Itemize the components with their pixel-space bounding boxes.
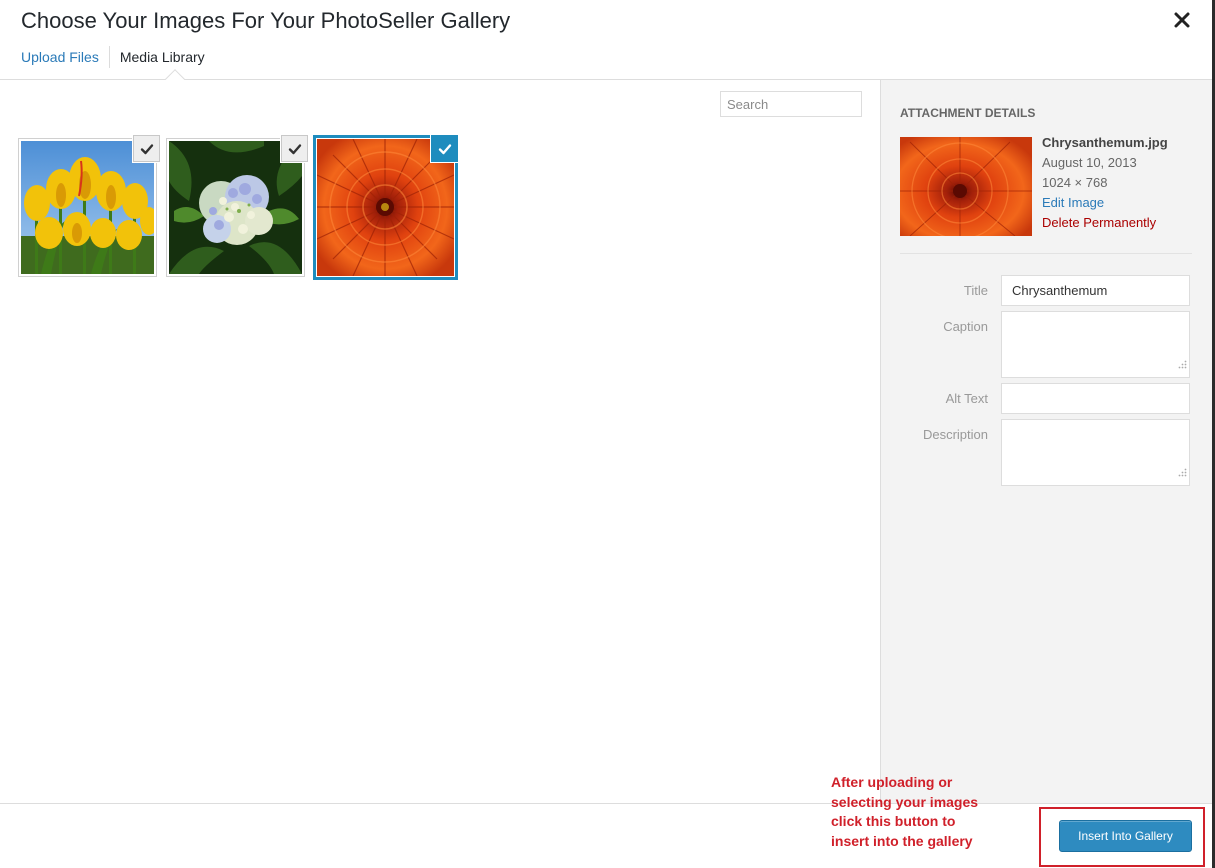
edit-image-link[interactable]: Edit Image [1042, 193, 1168, 213]
tab-upload-files[interactable]: Upload Files [11, 46, 109, 68]
close-icon [1174, 12, 1190, 28]
attachment-date: August 10, 2013 [1042, 155, 1137, 170]
caption-label: Caption [943, 319, 988, 334]
media-modal: Choose Your Images For Your PhotoSeller … [0, 0, 1215, 868]
check-toggle[interactable] [281, 135, 308, 162]
media-router: Upload Files Media Library [11, 46, 215, 68]
alt-text-field[interactable] [1001, 383, 1190, 414]
close-button[interactable] [1172, 10, 1192, 30]
description-field[interactable] [1001, 419, 1190, 486]
attachment-hydrangeas[interactable] [167, 135, 308, 276]
checkmark-icon [288, 143, 301, 154]
title-label: Title [963, 283, 988, 298]
checkmark-icon [140, 143, 153, 154]
check-toggle[interactable] [133, 135, 160, 162]
chrysanthemum-preview-image [900, 137, 1032, 236]
caption-field[interactable] [1001, 311, 1190, 378]
annotation-text: After uploading or selecting your images… [831, 774, 979, 849]
attachment-preview [900, 137, 1032, 236]
resize-grip-icon[interactable] [1177, 467, 1187, 477]
search-input[interactable] [720, 91, 862, 117]
attachment-tulips[interactable] [19, 135, 160, 276]
checkmark-icon [438, 143, 451, 154]
attachment-details-heading: Attachment Details [900, 106, 1036, 120]
resize-grip-icon[interactable] [1177, 359, 1187, 369]
attachment-info: Chrysanthemum.jpg August 10, 2013 1024 ×… [1042, 133, 1168, 233]
alt-text-label: Alt Text [945, 391, 988, 406]
attachment-details-sidebar: Attachment Details [880, 80, 1212, 803]
media-toolbar: Insert Into Gallery [0, 803, 1212, 868]
delete-permanently-link[interactable]: Delete Permanently [1042, 213, 1168, 233]
modal-title: Choose Your Images For Your PhotoSeller … [21, 8, 511, 33]
modal-header: Choose Your Images For Your PhotoSeller … [0, 0, 1212, 80]
insert-into-gallery-button[interactable]: Insert Into Gallery [1059, 820, 1192, 852]
tab-media-library[interactable]: Media Library [110, 46, 215, 68]
check-toggle[interactable] [431, 135, 458, 162]
attachments-browser [0, 80, 880, 803]
description-label: Description [922, 427, 988, 442]
attachment-dimensions: 1024 × 768 [1042, 175, 1108, 190]
attachment-filename: Chrysanthemum.jpg [1042, 135, 1168, 150]
attachment-chrysanthemum[interactable] [317, 135, 458, 276]
details-divider [900, 253, 1192, 254]
title-field[interactable] [1001, 275, 1190, 306]
